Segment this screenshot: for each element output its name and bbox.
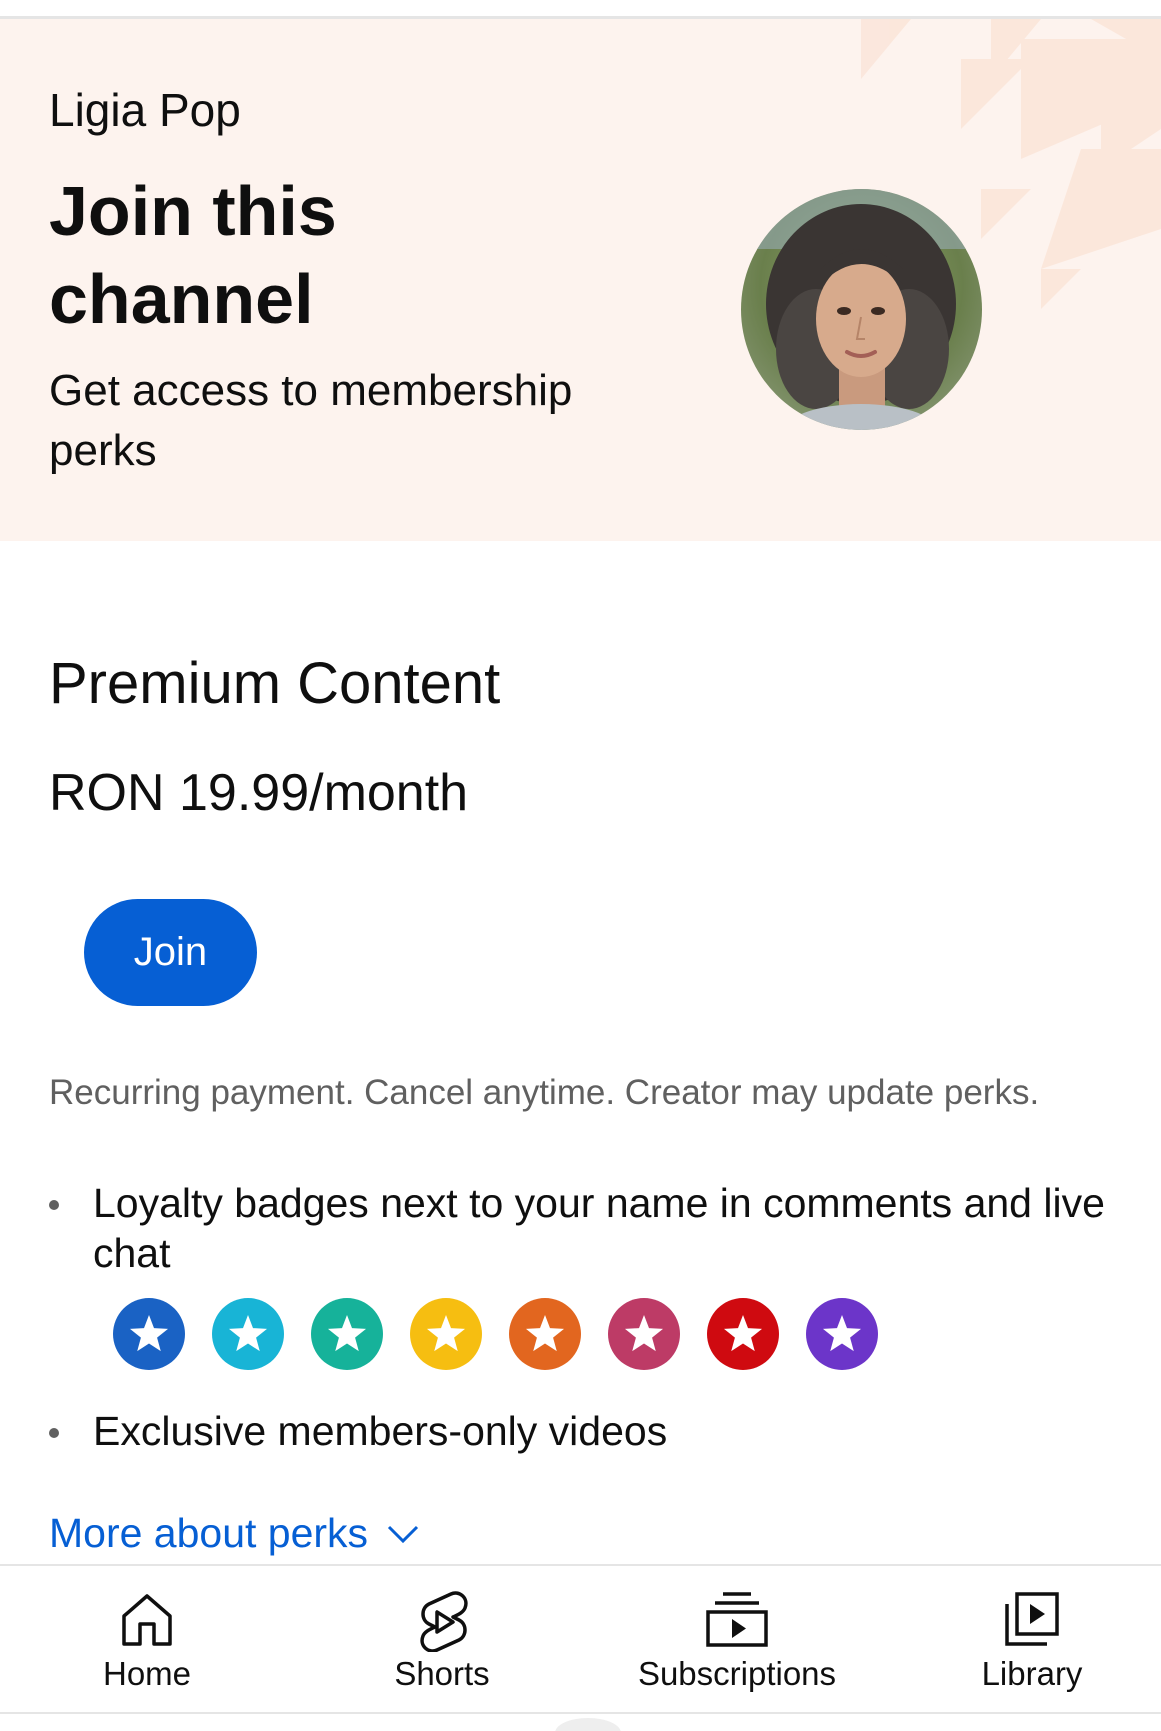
star-badge-icon bbox=[608, 1298, 680, 1370]
home-icon bbox=[122, 1594, 172, 1646]
loyalty-badges bbox=[112, 1297, 879, 1371]
nav-library[interactable]: Library bbox=[922, 1566, 1142, 1714]
star-badge-icon bbox=[410, 1298, 482, 1370]
more-about-perks-link[interactable]: More about perks bbox=[49, 1510, 420, 1557]
star-badge-icon bbox=[707, 1298, 779, 1370]
perk-item: Loyalty badges next to your name in comm… bbox=[49, 1178, 1149, 1282]
shorts-icon bbox=[420, 1591, 468, 1652]
nav-library-label: Library bbox=[981, 1655, 1083, 1692]
star-badge-icon bbox=[311, 1298, 383, 1370]
star-badge-icon bbox=[113, 1298, 185, 1370]
bullet-icon bbox=[49, 1428, 59, 1438]
perk-item: Exclusive members-only videos bbox=[49, 1406, 1149, 1458]
tier-name: Premium Content bbox=[49, 651, 501, 716]
join-button[interactable]: Join bbox=[84, 899, 257, 1006]
nav-shorts-label: Shorts bbox=[394, 1655, 490, 1692]
tier-price: RON 19.99/month bbox=[49, 764, 469, 822]
nav-home-label: Home bbox=[102, 1655, 192, 1692]
library-icon bbox=[1005, 1592, 1059, 1646]
perk-text: Loyalty badges next to your name in comm… bbox=[93, 1180, 1105, 1276]
page-title: Join this channel bbox=[49, 172, 337, 338]
creator-avatar bbox=[741, 189, 982, 430]
page-subtitle: Get access to membership perks bbox=[49, 366, 573, 475]
star-badge-icon bbox=[509, 1298, 581, 1370]
bottom-navigation: Home Shorts Subscriptions Library bbox=[0, 1564, 1161, 1714]
more-about-perks-label: More about perks bbox=[49, 1510, 369, 1556]
nav-subscriptions[interactable]: Subscriptions bbox=[627, 1566, 847, 1714]
channel-name: Ligia Pop bbox=[49, 84, 241, 136]
billing-note: Recurring payment. Cancel anytime. Creat… bbox=[49, 1073, 1040, 1112]
join-hero-banner: Ligia Pop Join this channel Get access t… bbox=[0, 19, 1161, 541]
chevron-down-icon bbox=[388, 1525, 419, 1543]
nav-home[interactable]: Home bbox=[37, 1566, 257, 1714]
nav-subscriptions-label: Subscriptions bbox=[637, 1655, 837, 1692]
star-badge-icon bbox=[806, 1298, 878, 1370]
nav-shorts[interactable]: Shorts bbox=[332, 1566, 552, 1714]
membership-page: Ligia Pop Join this channel Get access t… bbox=[0, 0, 1161, 1731]
home-indicator bbox=[555, 1718, 621, 1731]
subscriptions-icon bbox=[706, 1592, 768, 1647]
perk-text: Exclusive members-only videos bbox=[93, 1408, 668, 1454]
bullet-icon bbox=[49, 1200, 59, 1210]
star-badge-icon bbox=[212, 1298, 284, 1370]
